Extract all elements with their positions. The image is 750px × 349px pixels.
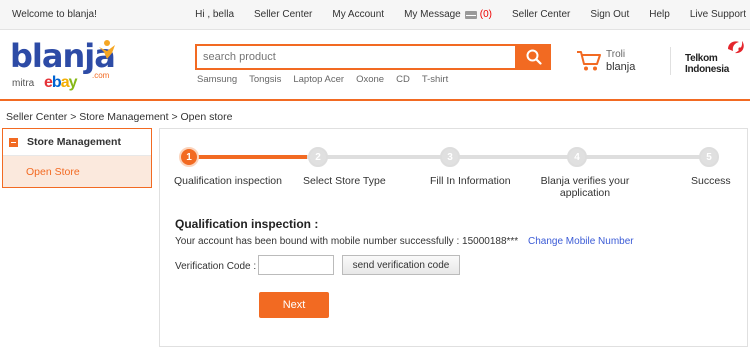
- step-1-circle: 1: [179, 147, 199, 167]
- search-icon: [526, 49, 542, 65]
- cart-link[interactable]: Troli blanja: [576, 49, 635, 73]
- next-button[interactable]: Next: [259, 292, 329, 318]
- hotword-cd[interactable]: CD: [396, 74, 410, 85]
- live-support-link[interactable]: Live Support: [690, 9, 746, 20]
- mail-icon: [464, 10, 477, 19]
- site-header: blanja mitra ebay .com Samsung Tongsis L…: [0, 31, 750, 101]
- telkom-line1: Telkom: [685, 53, 718, 64]
- logo-com: .com: [92, 71, 110, 80]
- header-divider: [670, 47, 671, 75]
- hotword-samsung[interactable]: Samsung: [197, 74, 237, 85]
- cart-line1: Troli: [606, 49, 626, 60]
- step-2-label: Select Store Type: [303, 175, 386, 187]
- blanja-logo[interactable]: blanja mitra ebay .com: [10, 37, 120, 97]
- cart-text: Troli blanja: [606, 49, 635, 73]
- greeting-link[interactable]: Hi , bella: [195, 9, 234, 20]
- seller-center-link[interactable]: Seller Center: [254, 9, 312, 20]
- bound-mobile-text: Your account has been bound with mobile …: [175, 236, 519, 247]
- progress-steps: 1 2 3 4 5 Qualification inspection Selec…: [160, 129, 749, 209]
- search-input[interactable]: [197, 46, 515, 68]
- logo-person-icon: [99, 40, 115, 59]
- send-verification-button[interactable]: send verification code: [342, 255, 460, 275]
- form-title: Qualification inspection :: [175, 217, 319, 231]
- step-3-circle: 3: [440, 147, 460, 167]
- hotword-laptop-acer[interactable]: Laptop Acer: [293, 74, 344, 85]
- sidebar-heading-label: Store Management: [27, 136, 121, 148]
- verification-code-label: Verification Code :: [175, 261, 257, 272]
- sidebar-heading[interactable]: Store Management: [3, 129, 151, 156]
- step-5-circle: 5: [699, 147, 719, 167]
- cart-line2: blanja: [606, 61, 636, 73]
- telkom-indonesia-logo: Telkom Indonesia: [684, 39, 746, 79]
- my-account-link[interactable]: My Account: [332, 9, 384, 20]
- hotword-tongsis[interactable]: Tongsis: [249, 74, 281, 85]
- qualification-form: Qualification inspection : Your account …: [175, 217, 634, 275]
- step-4-label: Blanja verifies your application: [540, 175, 630, 199]
- my-message-label: My Message: [404, 9, 461, 20]
- step-line-done: [189, 155, 307, 159]
- logo-mitra: mitra: [12, 78, 35, 89]
- sign-out-link[interactable]: Sign Out: [590, 9, 629, 20]
- minus-icon: [9, 137, 18, 147]
- top-links: Hi , bella Seller Center My Account My M…: [175, 9, 746, 20]
- welcome-text: Welcome to blanja!: [12, 9, 97, 20]
- open-store-panel: 1 2 3 4 5 Qualification inspection Selec…: [159, 128, 748, 347]
- hotword-tshirt[interactable]: T-shirt: [422, 74, 448, 85]
- my-message-link[interactable]: My Message (0): [404, 9, 492, 20]
- sidebar-item-label: Open Store: [26, 165, 80, 178]
- logo-ebay: ebay: [44, 74, 77, 91]
- search-button[interactable]: [517, 44, 551, 70]
- step-3-label: Fill In Information: [430, 175, 511, 187]
- seller-center-link-2[interactable]: Seller Center: [512, 9, 570, 20]
- message-count: (0): [479, 9, 492, 20]
- sidebar-item-open-store[interactable]: Open Store: [3, 156, 151, 187]
- change-mobile-link[interactable]: Change Mobile Number: [528, 236, 634, 247]
- telkom-line2: Indonesia: [685, 64, 729, 75]
- step-1-label: Qualification inspection: [174, 175, 282, 187]
- step-4-circle: 4: [567, 147, 587, 167]
- hot-search-words: Samsung Tongsis Laptop Acer Oxone CD T-s…: [197, 74, 460, 85]
- cart-icon: [577, 51, 601, 71]
- step-2-circle: 2: [308, 147, 328, 167]
- sidebar: Store Management Open Store: [2, 128, 152, 188]
- help-link[interactable]: Help: [649, 9, 670, 20]
- breadcrumb: Seller Center > Store Management > Open …: [6, 111, 233, 123]
- search-box: [195, 44, 517, 70]
- step-line-pending: [307, 155, 711, 159]
- top-bar: Welcome to blanja! Hi , bella Seller Cen…: [0, 0, 750, 30]
- verification-code-input[interactable]: [258, 255, 334, 275]
- hotword-oxone[interactable]: Oxone: [356, 74, 384, 85]
- step-5-label: Success: [691, 175, 731, 187]
